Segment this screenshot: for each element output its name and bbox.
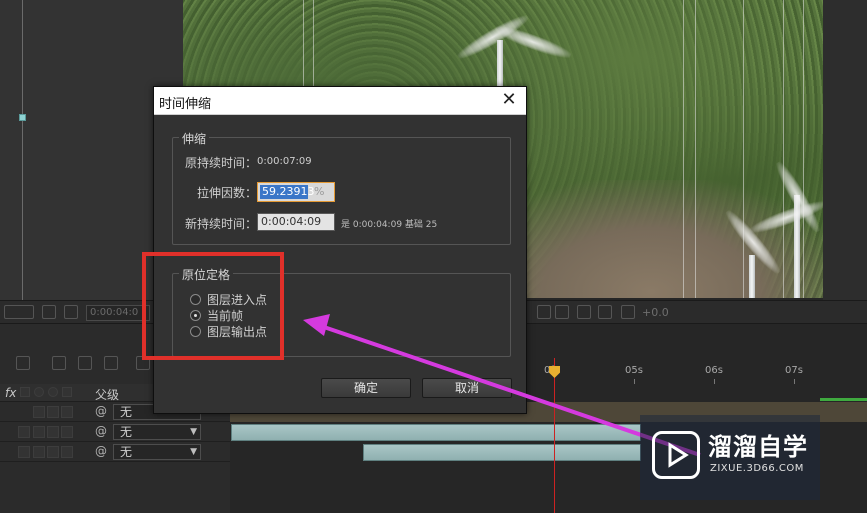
- watermark-title: 溜溜自学: [708, 433, 808, 461]
- play-logo-icon: [652, 431, 700, 479]
- watermark: 溜溜自学 ZIXUE.3D66.COM: [640, 415, 820, 500]
- after-effects-workspace: 0:00:04:0 +0.0 0f 05s 06s 07s fx 父级 @ 无 …: [0, 0, 867, 513]
- watermark-subtitle: ZIXUE.3D66.COM: [710, 463, 804, 474]
